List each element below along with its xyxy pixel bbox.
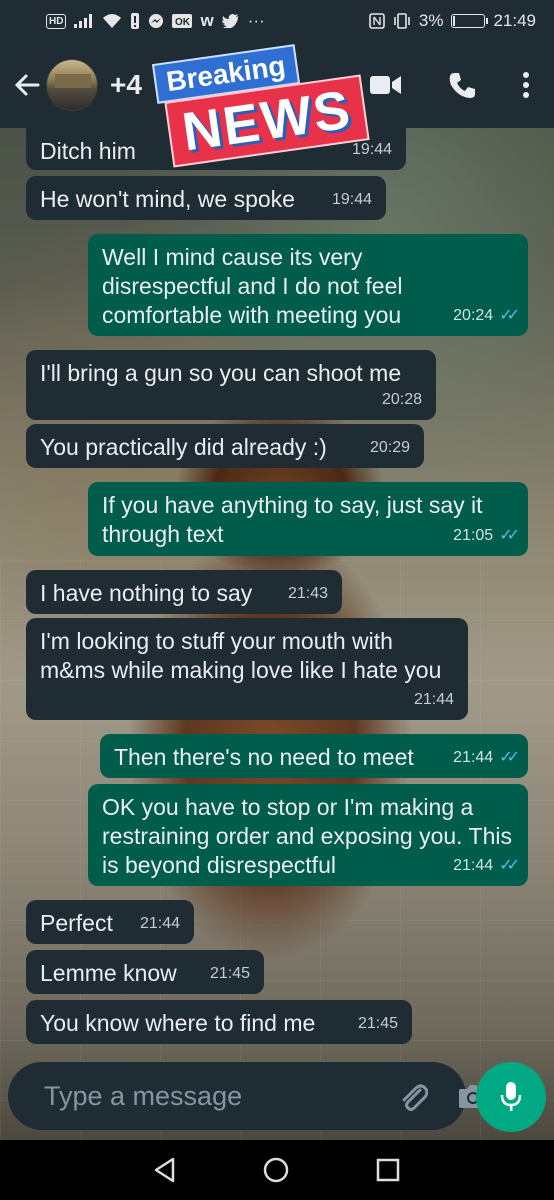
- message-text: I'm looking to stuff your mouth with m&m…: [40, 628, 442, 683]
- messenger-icon: [149, 14, 164, 28]
- message-incoming[interactable]: You practically did already :) 20:29: [26, 424, 424, 468]
- hd-badge: HD: [46, 13, 67, 29]
- back-triangle-icon: [154, 1157, 174, 1183]
- more-icon: ···: [247, 11, 265, 30]
- nfc-icon: [369, 13, 385, 29]
- message-time: 20:28: [381, 391, 422, 408]
- message-time: 19:44: [331, 191, 372, 208]
- vibrate-icon: [394, 13, 410, 29]
- message-time: 20:29: [369, 439, 410, 456]
- recents-square-icon: [377, 1158, 400, 1182]
- status-time: 21:49: [493, 11, 536, 30]
- video-call-icon: [370, 76, 401, 94]
- message-incoming[interactable]: Lemme know 21:45: [26, 950, 264, 994]
- nav-home-button[interactable]: [262, 1156, 290, 1184]
- back-button[interactable]: [10, 65, 44, 105]
- message-text: Well I mind cause its very disrespectful…: [102, 244, 403, 328]
- message-outgoing[interactable]: If you have anything to say, just say it…: [88, 482, 528, 556]
- ok-icon: OK: [172, 14, 193, 28]
- message-outgoing[interactable]: OK you have to stop or I'm making a rest…: [88, 784, 528, 886]
- voice-call-icon: [449, 73, 475, 98]
- message-time: 21:05: [453, 527, 494, 544]
- svg-text:OK: OK: [175, 17, 191, 28]
- signal-icon: [74, 14, 93, 28]
- message-text: I have nothing to say: [40, 580, 253, 606]
- read-ticks-icon: ✓✓: [499, 307, 520, 324]
- breaking-news-sticker: Breaking NEWS: [150, 44, 370, 168]
- message-text: He won't mind, we spoke: [40, 186, 295, 212]
- voice-record-button[interactable]: [476, 1062, 546, 1132]
- video-call-button[interactable]: [370, 74, 402, 96]
- message-incoming[interactable]: I'll bring a gun so you can shoot me 20:…: [26, 350, 436, 420]
- message-incoming[interactable]: Perfect 21:44: [26, 900, 194, 944]
- read-ticks-icon: ✓✓: [499, 527, 520, 544]
- home-circle-icon: [263, 1157, 289, 1183]
- attach-icon: [402, 1084, 428, 1111]
- message-time: 21:45: [357, 1015, 398, 1032]
- back-arrow-icon: [14, 74, 40, 96]
- alert-icon: [131, 13, 140, 29]
- message-time: 21:44: [453, 857, 494, 874]
- message-text: I'll bring a gun so you can shoot me: [40, 360, 402, 386]
- nav-back-button[interactable]: [153, 1157, 177, 1183]
- status-bar: HD OK w ··· 3% 21:49: [0, 0, 554, 42]
- menu-icon: [523, 72, 529, 98]
- message-text: You practically did already :): [40, 434, 327, 460]
- attach-button[interactable]: [398, 1080, 428, 1112]
- message-incoming[interactable]: I'm looking to stuff your mouth with m&m…: [26, 618, 468, 720]
- read-ticks-icon: ✓✓: [499, 749, 520, 766]
- message-incoming[interactable]: He won't mind, we spoke 19:44: [26, 176, 386, 220]
- message-input[interactable]: [44, 1080, 398, 1112]
- message-composer: [8, 1062, 487, 1130]
- twitter-icon: [221, 14, 239, 28]
- message-incoming[interactable]: I have nothing to say 21:43: [26, 570, 342, 614]
- read-ticks-icon: ✓✓: [499, 857, 520, 874]
- contact-name[interactable]: +4: [110, 69, 142, 101]
- nav-recents-button[interactable]: [375, 1157, 401, 1183]
- menu-button[interactable]: [522, 71, 530, 99]
- message-incoming[interactable]: You know where to find me 21:45: [26, 1000, 412, 1044]
- message-text: You know where to find me: [40, 1010, 316, 1036]
- voice-call-button[interactable]: [448, 71, 476, 99]
- w-icon: w: [200, 11, 214, 30]
- system-nav-bar: [0, 1140, 554, 1200]
- message-outgoing[interactable]: Then there's no need to meet 21:44 ✓✓: [100, 734, 528, 778]
- contact-avatar[interactable]: [46, 59, 98, 111]
- mic-icon: [500, 1082, 522, 1111]
- battery-icon: [451, 14, 489, 28]
- message-time: 21:43: [287, 585, 328, 602]
- message-time: 21:44: [139, 915, 180, 932]
- wifi-icon: [103, 14, 122, 28]
- battery-percent: 3%: [418, 11, 444, 30]
- message-time: 21:45: [209, 965, 250, 982]
- message-time: 21:44: [453, 749, 494, 766]
- message-time: 21:44: [413, 691, 454, 708]
- message-outgoing[interactable]: Well I mind cause its very disrespectful…: [88, 234, 528, 336]
- message-time: 20:24: [453, 307, 494, 324]
